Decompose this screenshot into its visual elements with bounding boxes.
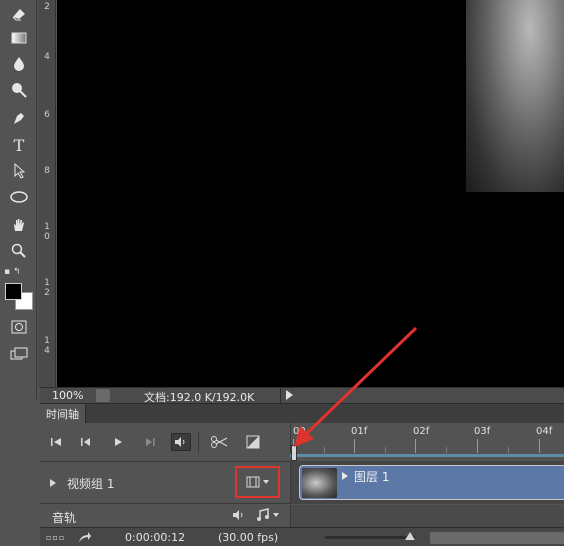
ruler-tick [324, 447, 325, 453]
music-note-icon [257, 508, 269, 521]
clip-label: 图层 1 [354, 470, 390, 484]
document-canvas[interactable] [57, 0, 564, 387]
ruler-tick [508, 447, 509, 453]
add-audio-button[interactable] [256, 508, 279, 522]
ruler-label: 6 [44, 110, 50, 120]
current-time: 0:00:00:12 [125, 531, 186, 544]
default-colors-icon[interactable]: ▪ ↰ [4, 267, 21, 277]
ruler-tick [385, 447, 386, 453]
render-video-icon[interactable] [78, 531, 92, 546]
status-menu-arrow-icon[interactable] [286, 390, 293, 400]
playback-controls [40, 423, 290, 461]
ruler-label: 1 4 [44, 336, 50, 356]
timeline-scrollbar[interactable] [430, 532, 564, 544]
playhead[interactable] [291, 445, 297, 461]
video-track: 图层 1 [290, 461, 564, 504]
ruler-tick [446, 447, 447, 453]
ruler-time-label: 04f [536, 426, 553, 437]
zoom-slider-track[interactable] [325, 536, 415, 539]
blur-drop-icon[interactable] [6, 52, 32, 76]
tools-panel: T ▪ ↰ [0, 0, 37, 400]
type-icon[interactable]: T [6, 133, 32, 157]
go-to-first-frame-icon[interactable] [46, 433, 66, 451]
play-icon[interactable] [108, 433, 128, 451]
video-group-label: 视频组 1 [67, 477, 115, 491]
quick-mask-icon[interactable] [6, 315, 32, 339]
eraser-icon[interactable] [6, 2, 32, 26]
video-group-row: 视频组 1 [40, 461, 290, 504]
zoom-slider-thumb[interactable] [405, 532, 415, 540]
ruler-time-label: 00 [293, 426, 306, 437]
transition-icon[interactable] [243, 433, 263, 451]
clip-thumbnail [302, 468, 337, 498]
previous-frame-icon[interactable] [76, 433, 96, 451]
next-frame-icon[interactable] [140, 433, 160, 451]
timeline-tab-bar: 时间轴 [40, 404, 564, 423]
ruler-time-label: 03f [474, 426, 491, 437]
dodge-icon[interactable] [6, 78, 32, 102]
ruler-tick [354, 439, 355, 453]
screen-mode-icon[interactable] [6, 342, 32, 366]
ruler-tick [477, 439, 478, 453]
chevron-down-icon [273, 513, 279, 517]
ruler-tick [539, 439, 540, 453]
audio-track-row: 音轨 [40, 505, 290, 527]
zoom-level[interactable]: 100% [52, 389, 83, 402]
ruler-label: 1 2 [44, 278, 50, 298]
audio-track-label: 音轨 [52, 511, 77, 525]
zoom-icon[interactable] [6, 239, 32, 263]
work-area-bar[interactable] [290, 454, 564, 457]
pen-icon[interactable] [6, 106, 32, 130]
ruler-time-label: 01f [351, 426, 368, 437]
ruler-label: 2 [44, 2, 50, 12]
chevron-down-icon [263, 480, 269, 484]
film-strip-icon [246, 476, 260, 488]
ellipse-icon[interactable] [6, 185, 32, 209]
gradient-icon[interactable] [6, 26, 32, 50]
ruler-time-label: 02f [413, 426, 430, 437]
frame-rate: (30.00 fps) [218, 531, 279, 544]
ruler-label: 4 [44, 52, 50, 62]
ruler-label: 8 [44, 166, 50, 176]
photoshop-window: T ▪ ↰ 2 4 6 8 1 0 1 2 1 4 100% 文档:192.0 … [0, 0, 564, 546]
timeline-footer: ▫▫▫ 0:00:00:12 (30.00 fps) [40, 527, 564, 546]
hand-icon[interactable] [6, 213, 32, 237]
scissors-icon[interactable] [209, 433, 229, 451]
status-bar: 100% 文档:192.0 K/192.0K [40, 387, 564, 404]
ruler-tick [415, 439, 416, 453]
foreground-color-swatch[interactable] [5, 283, 22, 300]
audio-track-lane [290, 505, 564, 527]
path-selection-icon[interactable] [6, 159, 32, 183]
layer-clip[interactable]: 图层 1 [299, 465, 564, 500]
audio-mute-icon[interactable] [232, 509, 246, 524]
vertical-ruler: 2 4 6 8 1 0 1 2 1 4 [38, 0, 56, 387]
expand-triangle-icon[interactable] [50, 479, 56, 487]
status-info-icon[interactable] [96, 389, 110, 402]
controls-divider [198, 431, 199, 453]
frame-mode-icon[interactable]: ▫▫▫ [46, 533, 65, 542]
cloud-image-layer [466, 0, 564, 192]
audio-toggle-icon[interactable] [171, 433, 191, 451]
timeline-panel: 时间轴 00 01f 02f 03f 04f 视频组 1 图层 1 音轨 ▫▫▫… [40, 403, 564, 546]
timeline-ruler[interactable]: 00 01f 02f 03f 04f [290, 423, 564, 457]
clip-expand-icon[interactable] [342, 472, 348, 480]
ruler-label: 1 0 [44, 222, 50, 242]
tab-timeline[interactable]: 时间轴 [40, 404, 86, 423]
add-media-button[interactable] [235, 466, 280, 498]
status-divider [280, 388, 281, 404]
